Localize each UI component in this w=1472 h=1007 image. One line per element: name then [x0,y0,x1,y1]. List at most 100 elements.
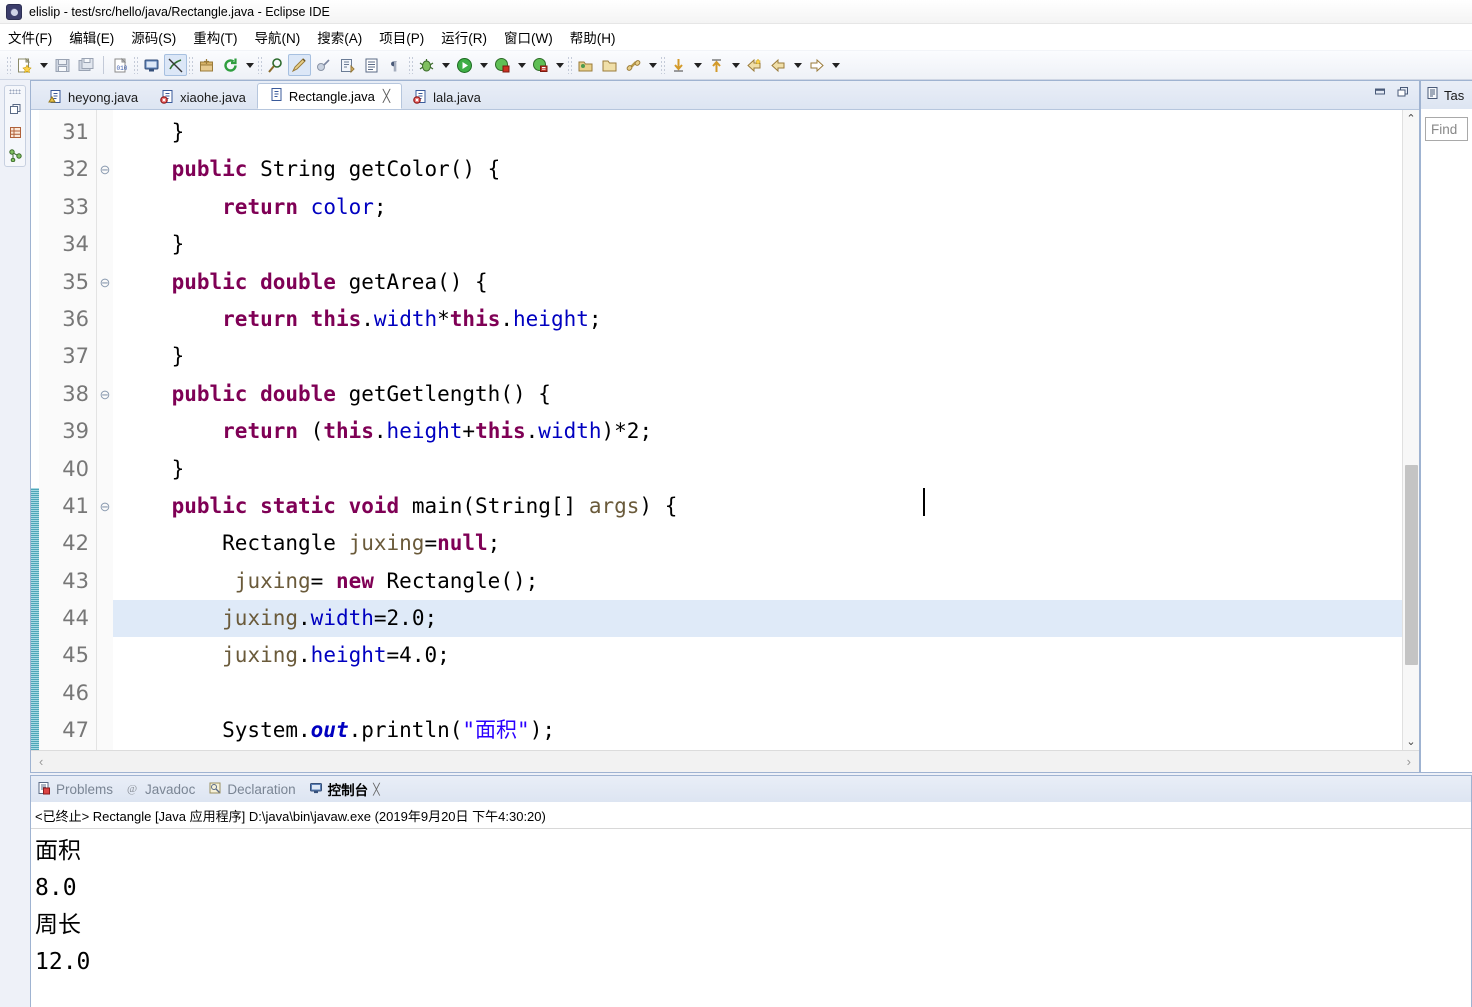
find-input[interactable]: Find [1425,117,1468,141]
search-ref-icon[interactable] [264,54,287,76]
fold-collapse-icon[interactable]: ⊖ [97,376,113,413]
tab-close-icon[interactable]: ╳ [383,89,390,103]
tab-heyong[interactable]: heyong.java [37,85,149,109]
coverage-icon[interactable] [491,54,514,76]
tab-javadoc[interactable]: @ Javadoc [126,781,195,798]
menu-window[interactable]: 窗口(W) [504,25,562,49]
code-line[interactable] [113,675,1402,712]
code-line[interactable]: Rectangle juxing=null; [113,525,1402,562]
code-line[interactable]: public double getArea() { [113,264,1402,301]
new-file-icon[interactable] [13,54,36,76]
console-icon[interactable] [140,54,163,76]
tab-declaration[interactable]: Declaration [208,781,296,798]
back-icon[interactable] [743,54,766,76]
profile-dropdown-icon[interactable] [553,54,566,76]
debug-icon[interactable] [415,54,438,76]
fold-collapse-icon[interactable]: ⊖ [97,264,113,301]
code-line[interactable]: return this.width*this.height; [113,301,1402,338]
hierarchy-icon[interactable] [7,147,23,163]
code-line[interactable]: return (this.height+this.width)*2; [113,413,1402,450]
vertical-scroll-thumb[interactable] [1405,465,1418,665]
tab-rectangle[interactable]: Rectangle.java ╳ [256,83,403,109]
scroll-up-icon[interactable]: ⌃ [1403,110,1419,127]
tab-console[interactable]: 控制台 ╳ [309,779,380,799]
minimize-icon[interactable] [1373,85,1388,99]
menu-project[interactable]: 项目(P) [379,25,433,49]
open-folder-icon[interactable] [598,54,621,76]
open-perspective-icon[interactable] [574,54,597,76]
outline-icon[interactable] [7,124,23,140]
tab-problems[interactable]: Problems [37,781,113,798]
toolbar-grip[interactable] [257,56,263,74]
toggle-markoccurrences-icon[interactable] [164,54,187,76]
code-line[interactable]: System.out.println("面积"); [113,712,1402,749]
code-line[interactable]: } [113,114,1402,151]
maximize-icon[interactable] [1396,85,1411,99]
restore-icon[interactable] [7,101,23,117]
code-line[interactable]: juxing.width=2.0; [113,600,1402,638]
run-dropdown-icon[interactable] [477,54,490,76]
back-dropdown-icon[interactable] [791,54,804,76]
code-line[interactable]: } [113,338,1402,375]
code-line[interactable]: } [113,226,1402,263]
toolbar-grip[interactable] [660,56,666,74]
next-annotation-icon[interactable] [667,54,690,76]
menu-file[interactable]: 文件(F) [8,25,61,49]
fold-collapse-icon[interactable]: ⊖ [97,488,113,525]
run-icon[interactable] [453,54,476,76]
menu-help[interactable]: 帮助(H) [570,25,625,49]
prev-annotation-dropdown-icon[interactable] [729,54,742,76]
coverage-dropdown-icon[interactable] [515,54,528,76]
menu-run[interactable]: 运行(R) [441,25,496,49]
code-area[interactable]: } public String getColor() { return colo… [113,110,1402,750]
forward-icon[interactable] [805,54,828,76]
forward-dropdown-icon[interactable] [829,54,842,76]
prev-annotation-icon[interactable] [705,54,728,76]
edit-icon[interactable] [288,54,311,76]
fold-collapse-icon[interactable]: ⊖ [97,151,113,188]
fastview-grip[interactable] [9,89,21,94]
link-dropdown-icon[interactable] [646,54,659,76]
tasks-tab-strip[interactable]: Tas [1421,81,1472,109]
scroll-left-icon[interactable]: ‹ [39,754,43,769]
code-line[interactable]: public double getGetlength() { [113,376,1402,413]
skip-breakpoints-icon[interactable] [312,54,335,76]
next-annotation-dropdown-icon[interactable] [691,54,704,76]
profile-icon[interactable] [529,54,552,76]
console-output[interactable]: 面积 8.0 周长 12.0 [31,829,1471,1007]
new-package-icon[interactable] [195,54,218,76]
console-tab-close-icon[interactable]: ╳ [373,783,380,796]
open-type-icon[interactable] [360,54,383,76]
code-line[interactable]: juxing.height=4.0; [113,637,1402,674]
menu-edit[interactable]: 编辑(E) [69,25,123,49]
code-line[interactable]: return color; [113,189,1402,226]
tab-lala[interactable]: lala.java [402,85,492,109]
toolbar-grip[interactable] [408,56,414,74]
menu-search[interactable]: 搜索(A) [317,25,371,49]
code-line[interactable]: public String getColor() { [113,151,1402,188]
editor-vertical-scrollbar[interactable]: ⌃ ⌄ [1402,110,1419,750]
pilcrow-icon[interactable]: ¶ [384,54,407,76]
back-history-icon[interactable] [767,54,790,76]
link-icon[interactable] [622,54,645,76]
toolbar-grip[interactable] [567,56,573,74]
save-icon[interactable] [51,54,74,76]
debug-dropdown-icon[interactable] [439,54,452,76]
toolbar-grip[interactable] [188,56,194,74]
scroll-down-icon[interactable]: ⌄ [1403,733,1419,750]
scroll-right-icon[interactable]: › [1407,754,1411,769]
save-all-icon[interactable] [75,54,98,76]
refresh-dropdown-icon[interactable] [243,54,256,76]
menu-navigate[interactable]: 导航(N) [255,25,310,49]
code-line[interactable]: juxing= new Rectangle(); [113,563,1402,600]
code-line[interactable]: } [113,451,1402,488]
code-line[interactable]: public static void main(String[] args) { [113,488,1402,525]
menu-source[interactable]: 源码(S) [131,25,185,49]
new-file-dropdown-icon[interactable] [37,54,50,76]
folding-ruler[interactable]: ⊖ ⊖ ⊖ ⊖ [97,110,113,750]
toolbar-grip[interactable] [6,56,12,74]
tab-xiaohe[interactable]: xiaohe.java [149,85,257,109]
refresh-icon[interactable] [219,54,242,76]
external-tools-icon[interactable] [336,54,359,76]
menu-refactor[interactable]: 重构(T) [193,25,246,49]
